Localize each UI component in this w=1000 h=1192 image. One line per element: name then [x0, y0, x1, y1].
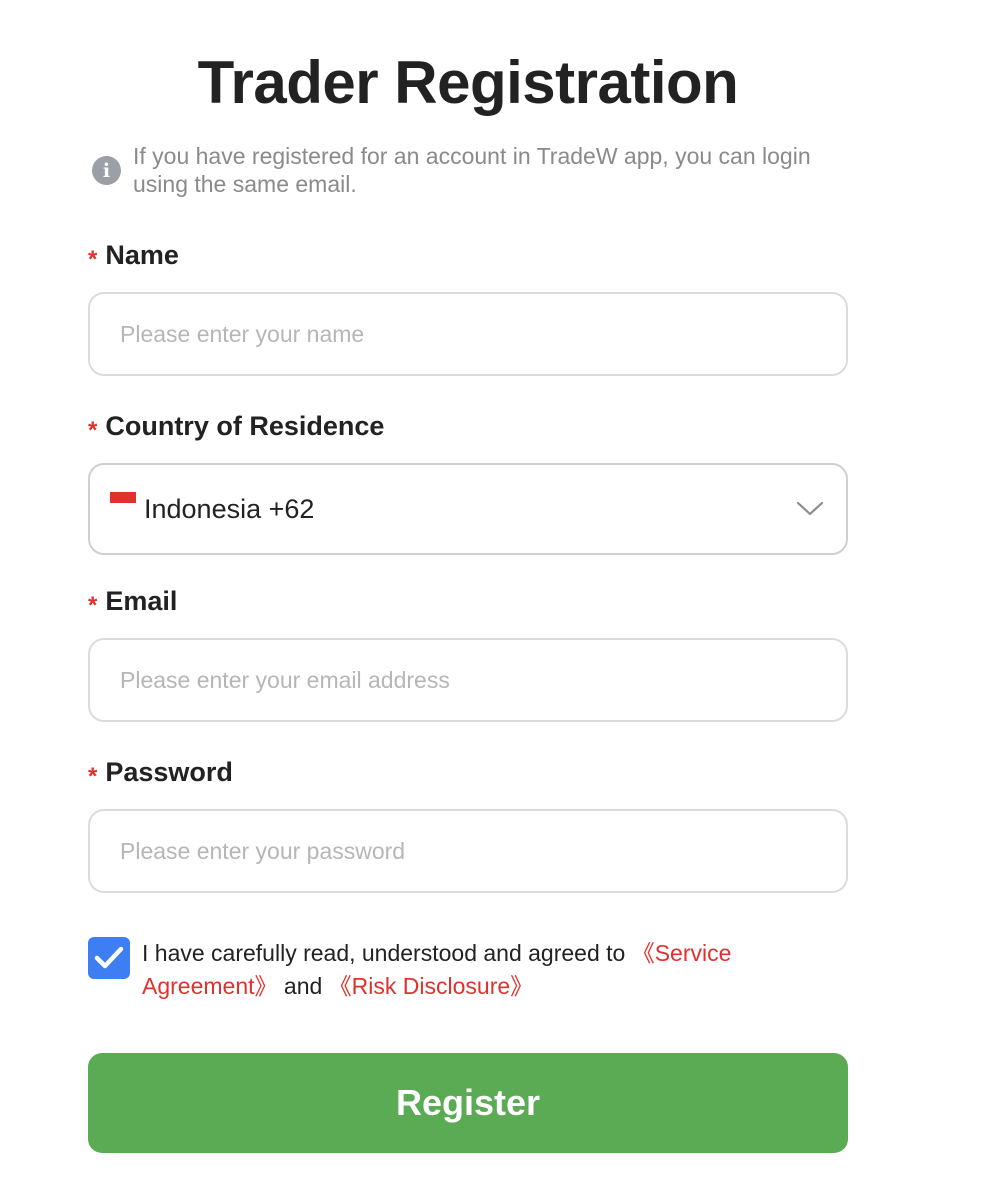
password-label-text: Password: [105, 757, 233, 787]
password-label: * Password: [88, 757, 233, 790]
country-label: * Country of Residence: [88, 411, 385, 444]
register-button[interactable]: Register: [88, 1053, 848, 1153]
agreement-text: I have carefully read, understood and ag…: [142, 937, 782, 1003]
email-label-text: Email: [105, 586, 178, 616]
checkmark-icon: [94, 946, 124, 969]
page-title: Trader Registration: [197, 49, 739, 116]
country-label-text: Country of Residence: [105, 411, 385, 441]
country-value: Indonesia +62: [144, 493, 315, 524]
indonesia-flag-icon: [110, 492, 136, 514]
email-label: * Email: [88, 586, 178, 619]
name-label-text: Name: [105, 240, 179, 270]
password-input[interactable]: [88, 809, 848, 893]
risk-disclosure-link[interactable]: 《Risk Disclosure》: [329, 973, 533, 999]
agreement-conjunction: and: [277, 973, 329, 999]
agreement-row: I have carefully read, understood and ag…: [88, 937, 788, 1003]
required-marker: *: [88, 245, 98, 273]
required-marker: *: [88, 416, 98, 444]
info-icon: i: [92, 156, 121, 185]
agreement-checkbox[interactable]: [88, 937, 130, 979]
country-select[interactable]: Indonesia +62: [88, 463, 848, 555]
name-input[interactable]: [88, 292, 848, 376]
agreement-prefix: I have carefully read, understood and ag…: [142, 940, 632, 966]
name-label: * Name: [88, 240, 179, 273]
email-input[interactable]: [88, 638, 848, 722]
notice-text: If you have registered for an account in…: [133, 143, 811, 197]
required-marker: *: [88, 591, 98, 619]
chevron-down-icon[interactable]: [796, 495, 824, 523]
required-marker: *: [88, 762, 98, 790]
login-notice: i If you have registered for an account …: [92, 142, 852, 198]
